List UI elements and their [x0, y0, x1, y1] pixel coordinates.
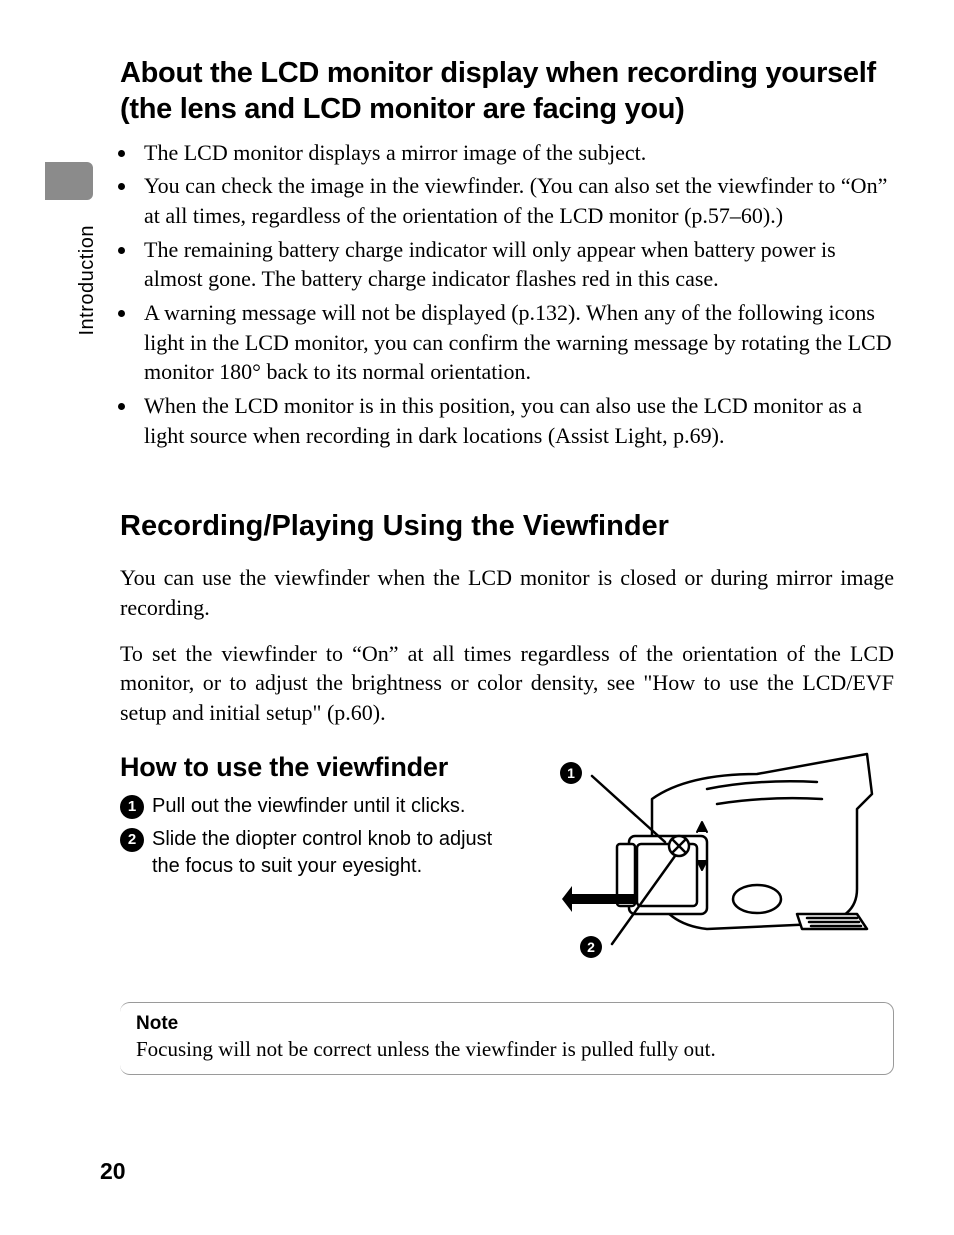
step-item: 2 Slide the diopter control knob to adju… [120, 826, 520, 880]
bullet-item: You can check the image in the viewfinde… [138, 171, 894, 230]
paragraph: To set the viewfinder to “On” at all tim… [120, 639, 894, 728]
step-number-badge: 2 [120, 828, 144, 852]
viewfinder-illustration: 1 2 [540, 744, 894, 974]
heading-viewfinder: Recording/Playing Using the Viewfinder [120, 510, 894, 543]
bullet-item: The LCD monitor displays a mirror image … [138, 138, 894, 168]
howto-text-column: How to use the viewfinder 1 Pull out the… [120, 744, 520, 886]
step-text: Pull out the viewfinder until it clicks. [152, 793, 520, 820]
page-number: 20 [100, 1158, 126, 1185]
step-item: 1 Pull out the viewfinder until it click… [120, 793, 520, 820]
note-title: Note [136, 1013, 877, 1035]
manual-page: Introduction About the LCD monitor displ… [0, 0, 954, 1235]
paragraph: You can use the viewfinder when the LCD … [120, 563, 894, 622]
heading-howto: How to use the viewfinder [120, 752, 520, 783]
bullet-list: The LCD monitor displays a mirror image … [138, 138, 894, 451]
note-box: Note Focusing will not be correct unless… [120, 1002, 894, 1075]
bullet-item: A warning message will not be displayed … [138, 298, 894, 387]
bullet-item: The remaining battery charge indicator w… [138, 235, 894, 294]
section-label: Introduction [76, 225, 99, 336]
note-body: Focusing will not be correct unless the … [136, 1037, 877, 1062]
chapter-tab [45, 162, 93, 200]
step-text: Slide the diopter control knob to adjust… [152, 826, 520, 880]
callout-badge-1: 1 [560, 762, 582, 784]
callout-badge-2: 2 [580, 936, 602, 958]
howto-row: How to use the viewfinder 1 Pull out the… [120, 744, 894, 974]
bullet-item: When the LCD monitor is in this position… [138, 391, 894, 450]
step-number-badge: 1 [120, 795, 144, 819]
heading-lcd-monitor: About the LCD monitor display when recor… [120, 55, 894, 128]
